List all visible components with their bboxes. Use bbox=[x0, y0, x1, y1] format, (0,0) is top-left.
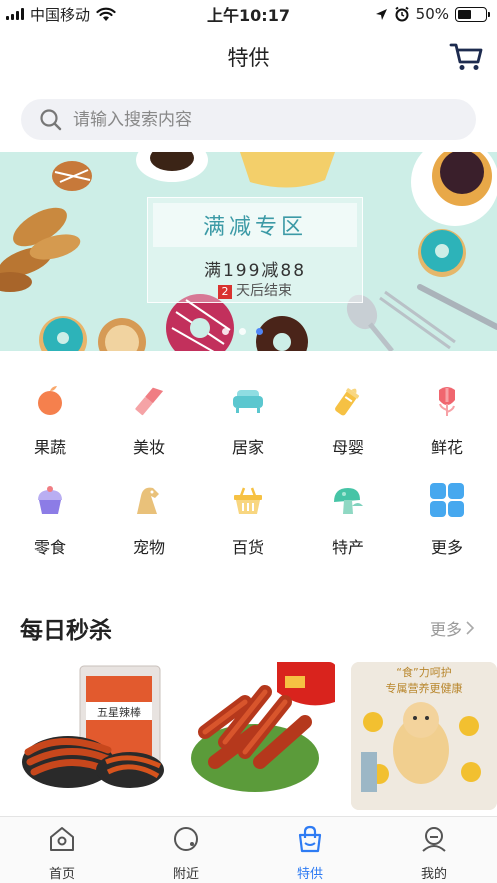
basket-icon bbox=[234, 487, 262, 514]
category-label: 百货 bbox=[231, 538, 264, 557]
bottom-tab-bar: 首页 附近 特供 我的 bbox=[0, 816, 497, 883]
flower-icon bbox=[439, 387, 455, 416]
promo-card: 满减专区 满199减88 2 天后结束 bbox=[147, 197, 363, 303]
search-icon bbox=[40, 108, 62, 130]
battery-percent: 50% bbox=[415, 5, 449, 23]
category-label: 居家 bbox=[231, 438, 264, 457]
mushroom-icon bbox=[334, 488, 363, 514]
tab-item[interactable]: 附近 bbox=[136, 825, 236, 882]
category-item[interactable]: 特产 bbox=[308, 482, 388, 558]
profile-icon bbox=[422, 827, 446, 852]
carousel-dot[interactable] bbox=[239, 328, 246, 335]
lipstick-icon bbox=[135, 387, 164, 416]
category-item[interactable]: 零食 bbox=[10, 482, 90, 558]
alarm-icon bbox=[395, 6, 409, 22]
category-item[interactable]: 百货 bbox=[208, 482, 288, 558]
top-nav: 特供 bbox=[0, 36, 497, 76]
battery-icon bbox=[455, 6, 490, 22]
category-label: 宠物 bbox=[132, 538, 165, 557]
sofa-icon bbox=[233, 390, 263, 413]
tab-label: 我的 bbox=[420, 867, 447, 882]
category-label: 更多 bbox=[430, 538, 463, 557]
fruit-icon bbox=[38, 386, 62, 415]
tab-label: 特供 bbox=[296, 867, 323, 882]
category-label: 母婴 bbox=[331, 438, 364, 457]
tab-label: 附近 bbox=[172, 867, 199, 882]
cart-icon[interactable] bbox=[449, 38, 485, 74]
product-card[interactable]: “食”力呵护 专属营养更健康 bbox=[351, 662, 497, 810]
category-label: 特产 bbox=[331, 538, 364, 557]
promo-countdown: 2 天后结束 bbox=[148, 280, 362, 300]
category-item[interactable]: 母婴 bbox=[308, 382, 388, 458]
chevron-right-icon bbox=[466, 621, 475, 635]
category-label: 美妆 bbox=[132, 438, 165, 457]
carousel-dot[interactable] bbox=[222, 328, 229, 335]
search-bar[interactable] bbox=[21, 99, 476, 140]
category-item[interactable]: 更多 bbox=[407, 482, 487, 558]
promo-heading: 满减专区 bbox=[153, 203, 357, 247]
baby-bottle-icon bbox=[335, 388, 360, 416]
flash-sale-more-link[interactable]: 更多 bbox=[430, 616, 475, 640]
promo-banner[interactable]: 满减专区 满199减88 2 天后结束 bbox=[0, 152, 497, 351]
promo-offer: 满199减88 bbox=[203, 261, 307, 281]
carousel-dots bbox=[222, 328, 263, 335]
category-item[interactable]: 美妆 bbox=[109, 382, 189, 458]
more-grid-icon bbox=[430, 483, 464, 517]
spicy-strips-product-image: 五星辣棒 bbox=[22, 665, 164, 788]
product-subline: 专属营养更健康 bbox=[386, 681, 463, 695]
tab-label: 首页 bbox=[48, 867, 75, 882]
cupcake-icon bbox=[38, 486, 62, 514]
dog-food-product-image: “食”力呵护 专属营养更健康 bbox=[351, 662, 497, 810]
more-label: 更多 bbox=[429, 620, 462, 639]
category-item[interactable]: 鲜花 bbox=[407, 382, 487, 458]
category-item[interactable]: 果蔬 bbox=[10, 382, 90, 458]
category-item[interactable]: 宠物 bbox=[109, 482, 189, 558]
product-card[interactable] bbox=[185, 662, 337, 810]
product-card[interactable]: 五星辣棒 bbox=[20, 662, 170, 810]
package-label: 五星辣棒 bbox=[97, 705, 141, 719]
countdown-text: 天后结束 bbox=[236, 283, 292, 299]
category-label: 零食 bbox=[33, 538, 66, 557]
tab-item[interactable]: 首页 bbox=[12, 825, 112, 882]
home-icon bbox=[50, 827, 74, 851]
location-icon bbox=[375, 8, 387, 20]
flash-sale-title: 每日秒杀 bbox=[20, 618, 112, 644]
page-title: 特供 bbox=[227, 46, 270, 70]
status-bar: 中国移动 上午10:17 50% bbox=[0, 0, 497, 28]
category-item[interactable]: 居家 bbox=[208, 382, 288, 458]
pet-dog-icon bbox=[137, 487, 159, 514]
category-label: 鲜花 bbox=[430, 438, 463, 457]
tab-item[interactable]: 特供 bbox=[260, 825, 360, 882]
carousel-dot[interactable] bbox=[256, 328, 263, 335]
product-headline: “食”力呵护 bbox=[396, 665, 451, 679]
tab-item[interactable]: 我的 bbox=[384, 825, 484, 882]
category-label: 果蔬 bbox=[33, 438, 66, 457]
nearby-icon bbox=[174, 827, 198, 851]
search-input[interactable] bbox=[73, 109, 433, 130]
shopping-bag-icon bbox=[298, 825, 322, 853]
duck-neck-product-image bbox=[191, 662, 335, 792]
countdown-days: 2 bbox=[218, 285, 232, 299]
